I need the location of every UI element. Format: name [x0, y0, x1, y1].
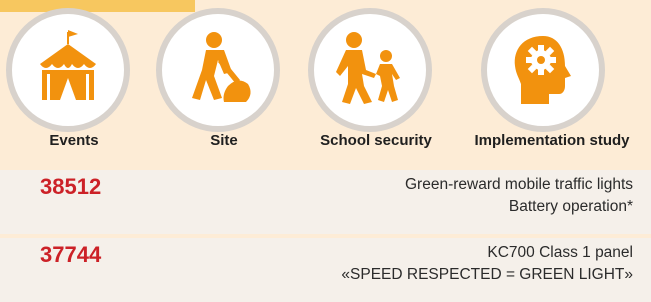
implementation-study-circle — [481, 8, 605, 132]
product-description-line1: Green-reward mobile traffic lights — [405, 176, 633, 193]
tile-implementation-study[interactable]: Implementation study — [457, 8, 647, 160]
school-security-circle — [308, 8, 432, 132]
product-description-line2: «SPEED RESPECTED = GREEN LIGHT» — [341, 266, 633, 283]
circus-tent-icon — [40, 30, 96, 100]
product-code: 37744 — [40, 242, 102, 267]
tile-events[interactable]: Events — [0, 8, 148, 160]
product-description-line2: Battery operation* — [508, 198, 633, 215]
product-description-line1: KC700 Class 1 panel — [487, 244, 633, 261]
product-row: 37744 KC700 Class 1 panel «SPEED RESPECT… — [0, 238, 651, 302]
construction-worker-icon — [192, 32, 251, 102]
head-gear-icon — [514, 36, 571, 104]
tile-label-site: Site — [210, 132, 238, 149]
tile-label-school-security: School security — [320, 132, 432, 149]
tile-label-events: Events — [49, 132, 99, 149]
product-row: 38512 Green-reward mobile traffic lights… — [0, 170, 651, 234]
tile-school-security[interactable]: School security — [302, 8, 450, 160]
tile-label-implementation-study: Implementation study — [474, 132, 630, 149]
events-circle — [6, 8, 130, 132]
product-description: Green-reward mobile traffic lights Batte… — [405, 174, 633, 218]
category-tiles: Events Site School security Implementati… — [0, 0, 651, 160]
children-walking-icon — [336, 32, 400, 104]
product-description: KC700 Class 1 panel «SPEED RESPECTED = G… — [341, 242, 633, 286]
tile-site[interactable]: Site — [150, 8, 298, 160]
site-circle — [156, 8, 280, 132]
product-code: 38512 — [40, 174, 102, 199]
